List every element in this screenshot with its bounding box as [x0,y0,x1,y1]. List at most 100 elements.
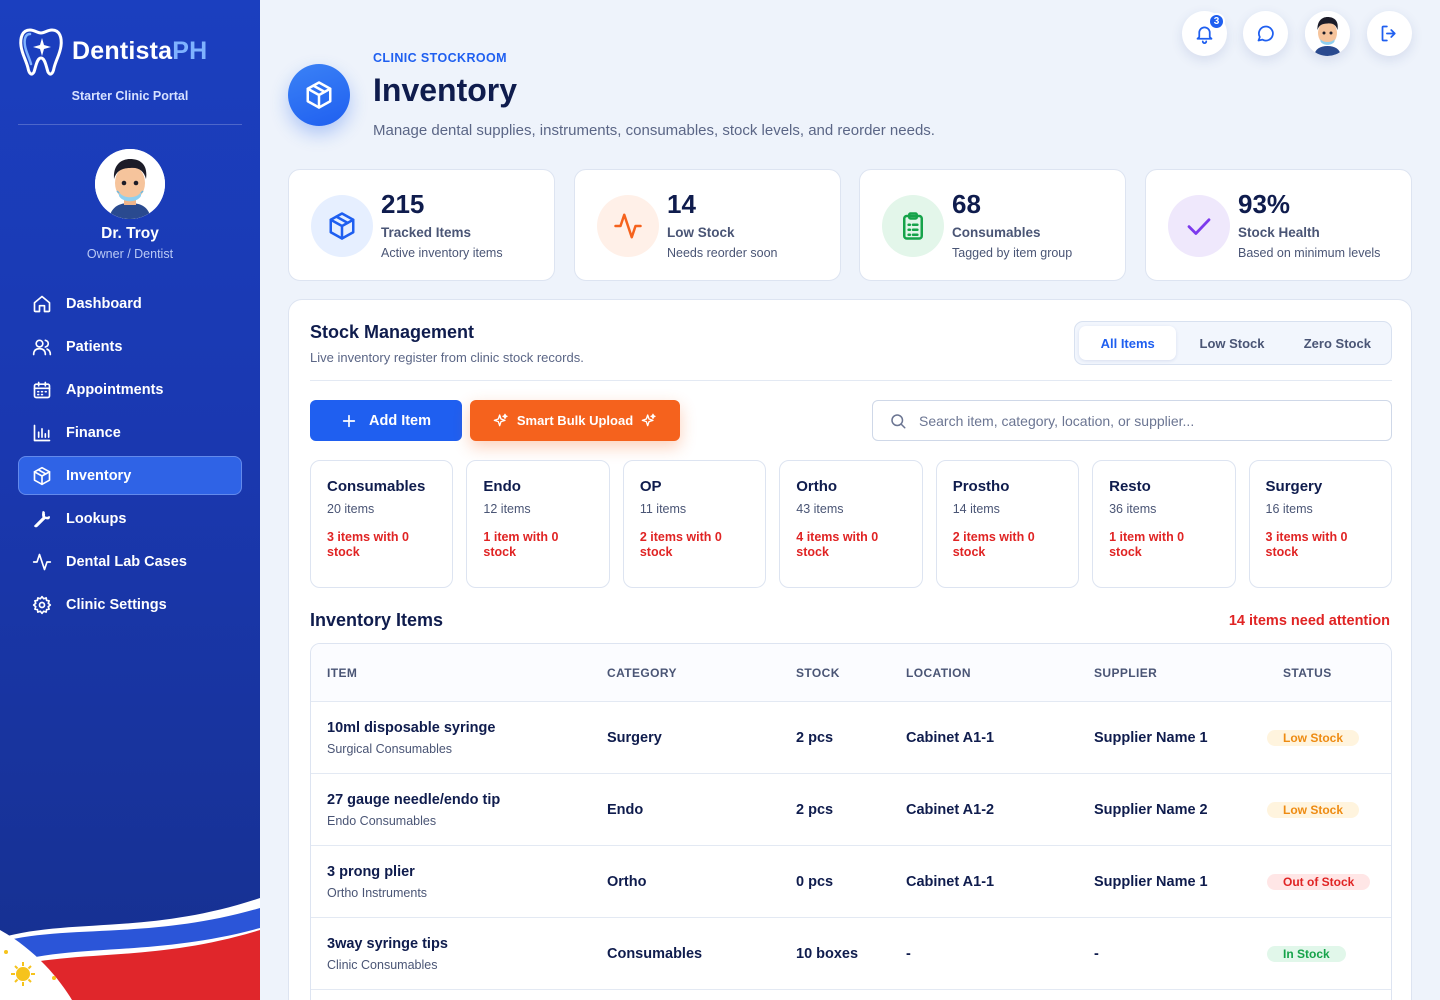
calendar-icon [33,381,51,398]
sidebar-item-inventory[interactable]: Inventory [18,456,242,495]
activity-icon [32,553,52,570]
table-row[interactable]: 27 gauge needle/endo tip Endo Consumable… [311,774,1391,846]
category-count: 14 items [952,502,1000,516]
stat-card-stock-health: 93% Stock Health Based on minimum levels [1145,169,1412,281]
sidebar-item-clinic-settings[interactable]: Clinic Settings [18,585,242,624]
column-header-stock[interactable]: STOCK [796,666,840,680]
stat-card-low-stock: 14 Low Stock Needs reorder soon [574,169,841,281]
sidebar-item-label: Appointments [66,381,164,398]
sidebar-item-dashboard[interactable]: Dashboard [18,284,242,323]
logout-icon [1381,25,1396,42]
item-supplier: Supplier Name 1 [1094,730,1208,746]
page-subtitle: Manage dental supplies, instruments, con… [373,122,935,139]
stat-card-consumables: 68 Consumables Tagged by item group [859,169,1126,281]
category-card-consumables[interactable]: Consumables 20 items 3 items with 0 stoc… [310,460,454,588]
item-name: 3 prong plier [327,864,415,880]
item-category: Consumables [607,946,703,962]
category-zero-stock: 1 item with 0 stock [1109,530,1185,559]
category-count: 20 items [327,502,375,516]
column-header-item[interactable]: ITEM [327,666,357,680]
tab-zero-stock[interactable]: Zero Stock [1288,326,1387,360]
stat-card-tracked-items: 215 Tracked Items Active inventory items [288,169,555,281]
category-card-prostho[interactable]: Prostho 14 items 2 items with 0 stock [935,460,1080,588]
category-card-resto[interactable]: Resto 36 items 1 item with 0 stock [1092,460,1236,588]
sidebar-divider [18,124,242,125]
smart-bulk-upload-button[interactable]: Smart Bulk Upload [470,400,680,441]
tab-all-items[interactable]: All Items [1079,326,1177,360]
inventory-table: ITEM CATEGORY STOCK LOCATION SUPPLIER ST… [310,643,1392,1000]
column-header-supplier[interactable]: SUPPLIER [1094,666,1157,680]
category-name: Resto [1109,478,1151,495]
stat-description: Tagged by item group [952,246,1073,260]
stat-description: Based on minimum levels [1238,246,1381,260]
table-row[interactable]: 10ml disposable syringe Surgical Consuma… [311,702,1391,774]
sidebar-item-label: Lookups [66,510,127,527]
sparkle-icon [641,413,656,426]
stat-icon-wrap [311,195,373,257]
category-card-op[interactable]: OP 11 items 2 items with 0 stock [622,460,767,588]
category-name: Prostho [952,478,1010,495]
stat-label: Stock Health [1238,225,1320,240]
brand-name: DentistaPH [72,36,208,65]
sidebar-nav: Dashboard Patients Appointments Finance … [18,284,242,628]
check-icon [1187,218,1211,235]
stat-label: Tracked Items [381,225,472,240]
sidebar-item-label: Dashboard [66,295,142,312]
bar-chart-icon [33,424,51,441]
notification-count-badge: 3 [1208,13,1225,30]
sparkle-icon [493,413,508,426]
column-header-category[interactable]: CATEGORY [607,666,677,680]
sidebar: DentistaPH Starter Clinic Portal Dr. Tro… [0,0,260,1000]
table-header: ITEM CATEGORY STOCK LOCATION SUPPLIER ST… [311,644,1391,702]
table-row[interactable]: 3way syringe tips Clinic Consumables Con… [311,918,1391,990]
column-header-location[interactable]: LOCATION [906,666,971,680]
clipboard-icon [903,212,923,240]
search-input[interactable] [919,412,1391,429]
category-zero-stock: 1 item with 0 stock [483,530,559,559]
category-card-surgery[interactable]: Surgery 16 items 3 items with 0 stock [1248,460,1392,588]
stock-management-panel: Stock Management Live inventory register… [288,299,1412,1000]
stat-description: Active inventory items [381,246,503,260]
search-box [872,400,1392,441]
item-group: Surgical Consumables [327,742,453,756]
category-zero-stock: 4 items with 0 stock [796,530,879,559]
profile-avatar-button[interactable] [1305,11,1350,56]
sidebar-item-appointments[interactable]: Appointments [18,370,242,409]
status-badge: Low Stock [1267,730,1360,746]
box-icon [306,81,332,109]
stat-label: Consumables [952,225,1041,240]
sidebar-item-patients[interactable]: Patients [18,327,242,366]
category-name: OP [639,478,662,495]
item-stock: 0 pcs [796,874,834,890]
category-card-ortho[interactable]: Ortho 43 items 4 items with 0 stock [779,460,923,588]
stock-filter-tabs: All Items Low Stock Zero Stock [1074,321,1392,365]
sidebar-item-finance[interactable]: Finance [18,413,242,452]
item-group: Ortho Instruments [327,886,428,900]
status-badge: Low Stock [1267,802,1360,818]
category-card-endo[interactable]: Endo 12 items 1 item with 0 stock [466,460,610,588]
stat-value: 68 [952,189,981,219]
brand[interactable]: DentistaPH [18,24,207,78]
column-header-status[interactable]: STATUS [1283,666,1332,680]
messages-button[interactable] [1243,11,1288,56]
table-row[interactable]: 3 prong plier Ortho Instruments Ortho 0 … [311,846,1391,918]
category-zero-stock: 3 items with 0 stock [1265,530,1348,559]
avatar[interactable] [95,149,165,219]
logout-button[interactable] [1367,11,1412,56]
tab-low-stock[interactable]: Low Stock [1176,326,1287,360]
category-zero-stock: 2 items with 0 stock [639,530,722,559]
item-category: Endo [607,802,644,818]
sidebar-item-dental-lab-cases[interactable]: Dental Lab Cases [18,542,242,581]
item-name: 3way syringe tips [327,936,448,952]
category-zero-stock: 3 items with 0 stock [327,530,409,559]
item-name: 27 gauge needle/endo tip [327,792,501,808]
smart-bulk-upload-label: Smart Bulk Upload [516,413,634,428]
category-name: Surgery [1265,478,1323,495]
add-item-button[interactable]: Add Item [310,400,462,441]
item-group: Clinic Consumables [327,958,438,972]
sidebar-item-lookups[interactable]: Lookups [18,499,242,538]
box-icon [329,212,355,240]
notifications-button[interactable]: 3 [1182,11,1227,56]
sidebar-item-label: Patients [66,338,123,355]
stat-icon-wrap [882,195,944,257]
